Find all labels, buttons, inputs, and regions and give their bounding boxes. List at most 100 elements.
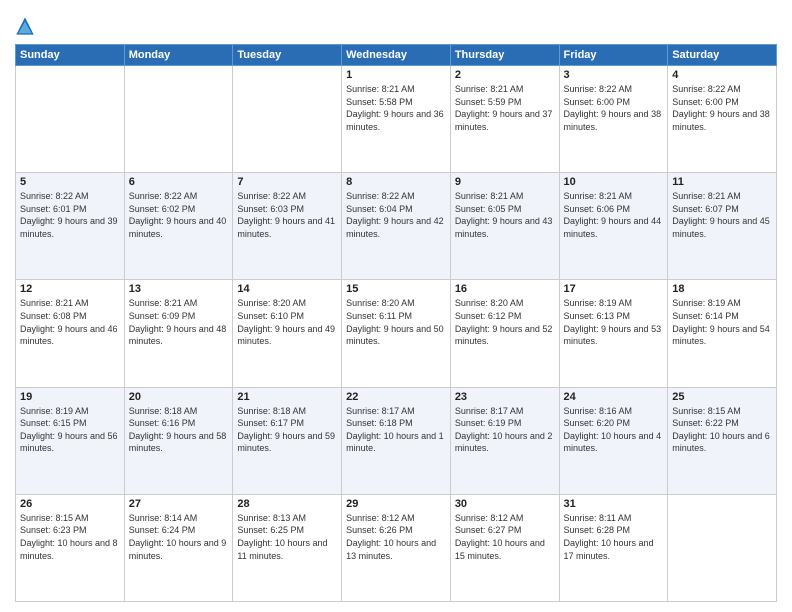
day-info: Sunrise: 8:22 AM Sunset: 6:02 PM Dayligh…	[129, 190, 229, 240]
day-number: 6	[129, 176, 229, 188]
day-number: 23	[455, 391, 555, 403]
day-number: 10	[564, 176, 664, 188]
calendar-cell: 12 Sunrise: 8:21 AM Sunset: 6:08 PM Dayli…	[16, 280, 125, 387]
calendar-cell: 17 Sunrise: 8:19 AM Sunset: 6:13 PM Dayli…	[559, 280, 668, 387]
header-row: SundayMondayTuesdayWednesdayThursdayFrid…	[16, 45, 777, 66]
day-info: Sunrise: 8:12 AM Sunset: 6:27 PM Dayligh…	[455, 512, 555, 562]
col-header-wednesday: Wednesday	[342, 45, 451, 66]
day-number: 24	[564, 391, 664, 403]
day-info: Sunrise: 8:16 AM Sunset: 6:20 PM Dayligh…	[564, 405, 664, 455]
day-info: Sunrise: 8:19 AM Sunset: 6:14 PM Dayligh…	[672, 297, 772, 347]
day-number: 11	[672, 176, 772, 188]
page: SundayMondayTuesdayWednesdayThursdayFrid…	[0, 0, 792, 612]
day-info: Sunrise: 8:21 AM Sunset: 5:59 PM Dayligh…	[455, 83, 555, 133]
calendar-cell: 2 Sunrise: 8:21 AM Sunset: 5:59 PM Daylig…	[450, 66, 559, 173]
week-row-4: 19Sunrise: 8:19 AM Sunset: 6:15 PM Dayli…	[16, 387, 777, 494]
day-number: 14	[237, 283, 337, 295]
day-info: Sunrise: 8:15 AM Sunset: 6:22 PM Dayligh…	[672, 405, 772, 455]
day-info: Sunrise: 8:21 AM Sunset: 6:09 PM Dayligh…	[129, 297, 229, 347]
calendar-cell: 13 Sunrise: 8:21 AM Sunset: 6:09 PM Dayli…	[124, 280, 233, 387]
day-info: Sunrise: 8:22 AM Sunset: 6:00 PM Dayligh…	[672, 83, 772, 133]
calendar-cell: 8 Sunrise: 8:22 AM Sunset: 6:04 PM Daylig…	[342, 173, 451, 280]
calendar-cell: 9 Sunrise: 8:21 AM Sunset: 6:05 PM Daylig…	[450, 173, 559, 280]
day-number: 5	[20, 176, 120, 188]
calendar-cell: 11Sunrise: 8:21 AM Sunset: 6:07 PM Dayli…	[668, 173, 777, 280]
day-info: Sunrise: 8:14 AM Sunset: 6:24 PM Dayligh…	[129, 512, 229, 562]
day-info: Sunrise: 8:21 AM Sunset: 5:58 PM Dayligh…	[346, 83, 446, 133]
day-number: 12	[20, 283, 120, 295]
day-info: Sunrise: 8:21 AM Sunset: 6:05 PM Dayligh…	[455, 190, 555, 240]
col-header-saturday: Saturday	[668, 45, 777, 66]
day-number: 16	[455, 283, 555, 295]
day-info: Sunrise: 8:19 AM Sunset: 6:13 PM Dayligh…	[564, 297, 664, 347]
day-number: 9	[455, 176, 555, 188]
day-info: Sunrise: 8:19 AM Sunset: 6:15 PM Dayligh…	[20, 405, 120, 455]
logo-icon	[15, 16, 35, 36]
day-number: 8	[346, 176, 446, 188]
calendar-cell: 18Sunrise: 8:19 AM Sunset: 6:14 PM Dayli…	[668, 280, 777, 387]
day-info: Sunrise: 8:12 AM Sunset: 6:26 PM Dayligh…	[346, 512, 446, 562]
day-number: 13	[129, 283, 229, 295]
calendar-cell: 25 Sunrise: 8:15 AM Sunset: 6:22 PM Dayli…	[668, 387, 777, 494]
day-info: Sunrise: 8:22 AM Sunset: 6:00 PM Dayligh…	[564, 83, 664, 133]
day-info: Sunrise: 8:22 AM Sunset: 6:04 PM Dayligh…	[346, 190, 446, 240]
day-info: Sunrise: 8:18 AM Sunset: 6:17 PM Dayligh…	[237, 405, 337, 455]
day-number: 17	[564, 283, 664, 295]
calendar-cell: 22Sunrise: 8:17 AM Sunset: 6:18 PM Dayli…	[342, 387, 451, 494]
day-info: Sunrise: 8:11 AM Sunset: 6:28 PM Dayligh…	[564, 512, 664, 562]
col-header-thursday: Thursday	[450, 45, 559, 66]
col-header-friday: Friday	[559, 45, 668, 66]
calendar-cell: 15Sunrise: 8:20 AM Sunset: 6:11 PM Dayli…	[342, 280, 451, 387]
logo	[15, 14, 38, 36]
calendar-cell: 26 Sunrise: 8:15 AM Sunset: 6:23 PM Dayli…	[16, 494, 125, 601]
calendar-cell	[16, 66, 125, 173]
calendar-cell: 6 Sunrise: 8:22 AM Sunset: 6:02 PM Daylig…	[124, 173, 233, 280]
header	[15, 10, 777, 36]
calendar-cell: 20 Sunrise: 8:18 AM Sunset: 6:16 PM Dayli…	[124, 387, 233, 494]
calendar-cell: 21Sunrise: 8:18 AM Sunset: 6:17 PM Dayli…	[233, 387, 342, 494]
day-info: Sunrise: 8:18 AM Sunset: 6:16 PM Dayligh…	[129, 405, 229, 455]
day-info: Sunrise: 8:22 AM Sunset: 6:01 PM Dayligh…	[20, 190, 120, 240]
day-info: Sunrise: 8:21 AM Sunset: 6:06 PM Dayligh…	[564, 190, 664, 240]
calendar-cell: 1 Sunrise: 8:21 AM Sunset: 5:58 PM Daylig…	[342, 66, 451, 173]
week-row-3: 12 Sunrise: 8:21 AM Sunset: 6:08 PM Dayli…	[16, 280, 777, 387]
week-row-5: 26 Sunrise: 8:15 AM Sunset: 6:23 PM Dayli…	[16, 494, 777, 601]
col-header-monday: Monday	[124, 45, 233, 66]
day-number: 22	[346, 391, 446, 403]
day-info: Sunrise: 8:17 AM Sunset: 6:19 PM Dayligh…	[455, 405, 555, 455]
calendar-cell	[233, 66, 342, 173]
calendar-cell: 23 Sunrise: 8:17 AM Sunset: 6:19 PM Dayli…	[450, 387, 559, 494]
calendar-cell: 29 Sunrise: 8:12 AM Sunset: 6:26 PM Dayli…	[342, 494, 451, 601]
calendar-cell: 4 Sunrise: 8:22 AM Sunset: 6:00 PM Daylig…	[668, 66, 777, 173]
day-info: Sunrise: 8:22 AM Sunset: 6:03 PM Dayligh…	[237, 190, 337, 240]
calendar-cell: 3 Sunrise: 8:22 AM Sunset: 6:00 PM Daylig…	[559, 66, 668, 173]
calendar-cell: 7 Sunrise: 8:22 AM Sunset: 6:03 PM Daylig…	[233, 173, 342, 280]
day-number: 15	[346, 283, 446, 295]
col-header-tuesday: Tuesday	[233, 45, 342, 66]
day-info: Sunrise: 8:13 AM Sunset: 6:25 PM Dayligh…	[237, 512, 337, 562]
day-number: 29	[346, 498, 446, 510]
calendar-cell: 27 Sunrise: 8:14 AM Sunset: 6:24 PM Dayli…	[124, 494, 233, 601]
day-number: 20	[129, 391, 229, 403]
day-number: 31	[564, 498, 664, 510]
day-info: Sunrise: 8:15 AM Sunset: 6:23 PM Dayligh…	[20, 512, 120, 562]
day-number: 25	[672, 391, 772, 403]
calendar-cell: 28 Sunrise: 8:13 AM Sunset: 6:25 PM Dayli…	[233, 494, 342, 601]
calendar-cell: 24 Sunrise: 8:16 AM Sunset: 6:20 PM Dayli…	[559, 387, 668, 494]
day-number: 27	[129, 498, 229, 510]
day-number: 2	[455, 69, 555, 81]
calendar-cell: 14Sunrise: 8:20 AM Sunset: 6:10 PM Dayli…	[233, 280, 342, 387]
day-number: 4	[672, 69, 772, 81]
day-number: 1	[346, 69, 446, 81]
week-row-1: 1 Sunrise: 8:21 AM Sunset: 5:58 PM Daylig…	[16, 66, 777, 173]
calendar-cell: 19Sunrise: 8:19 AM Sunset: 6:15 PM Dayli…	[16, 387, 125, 494]
day-info: Sunrise: 8:21 AM Sunset: 6:08 PM Dayligh…	[20, 297, 120, 347]
day-number: 3	[564, 69, 664, 81]
day-number: 26	[20, 498, 120, 510]
col-header-sunday: Sunday	[16, 45, 125, 66]
calendar-cell	[124, 66, 233, 173]
day-number: 7	[237, 176, 337, 188]
day-number: 28	[237, 498, 337, 510]
day-info: Sunrise: 8:20 AM Sunset: 6:12 PM Dayligh…	[455, 297, 555, 347]
calendar-cell: 10 Sunrise: 8:21 AM Sunset: 6:06 PM Dayli…	[559, 173, 668, 280]
